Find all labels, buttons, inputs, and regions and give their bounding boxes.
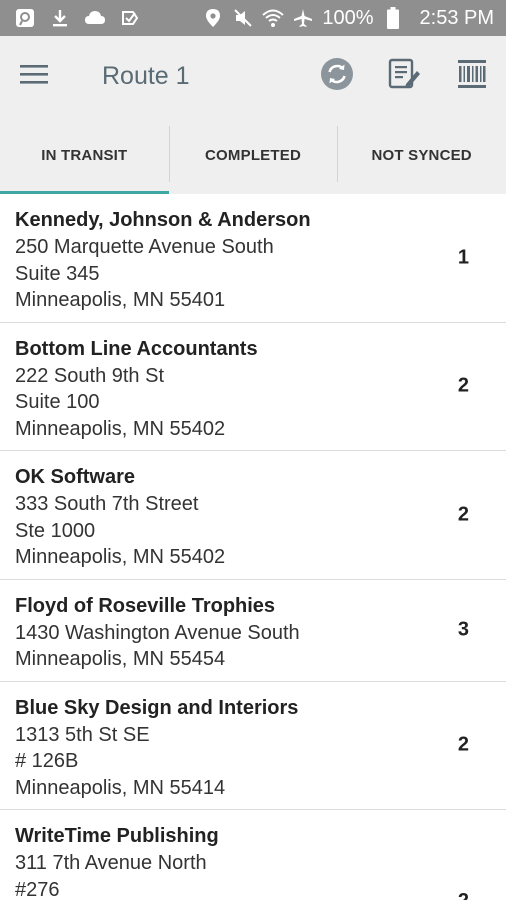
battery-icon [382, 7, 404, 29]
stop-name: Kennedy, Johnson & Anderson [15, 209, 311, 231]
tab-in-transit[interactable]: IN TRANSIT [0, 116, 169, 194]
stop-address-line: Minneapolis, MN 55402 [15, 546, 226, 568]
stop-address-line: Minneapolis, MN 55401 [15, 289, 226, 311]
notes-button[interactable] [382, 54, 426, 98]
stop-address-line: Minneapolis, MN 55402 [15, 417, 226, 440]
menu-button[interactable] [12, 54, 56, 98]
stop-address-line: 1430 Washington Avenue South [15, 621, 300, 644]
stop-name: Floyd of Roseville Trophies [15, 594, 276, 617]
package-count: 2 [458, 890, 469, 900]
clock: 2:53 PM [419, 7, 494, 29]
menu-icon [20, 63, 48, 90]
stop-name: OK Software [15, 466, 136, 488]
app-bar: Route 1 [0, 36, 506, 116]
location-icon [202, 7, 224, 29]
list-item[interactable]: Kennedy, Johnson & Anderson 250 Marquett… [0, 194, 506, 323]
list-item[interactable]: Floyd of Roseville Trophies 1430 Washing… [0, 580, 506, 682]
stop-address-line: Suite 100 [15, 391, 100, 413]
cloud-icon [84, 7, 106, 29]
list-item[interactable]: OK Software 333 South 7th Street Ste 100… [0, 451, 506, 580]
package-count: 3 [457, 618, 469, 641]
stop-address-line: 333 South 7th Street [15, 493, 199, 515]
list-item[interactable]: Bottom Line Accountants 222 South 9th St… [0, 323, 506, 451]
sync-icon [320, 57, 354, 96]
stop-address-line: 250 Marquette Avenue South [15, 236, 274, 258]
stop-address-line: Ste 1000 [15, 519, 96, 542]
stop-address-line: 222 South 9th St [15, 364, 165, 387]
mute-icon [232, 7, 254, 29]
tab-completed[interactable]: COMPLETED [168, 116, 338, 194]
download-icon [49, 7, 71, 29]
notification-icons [14, 7, 141, 29]
system-status: 100% 2:53 PM [202, 6, 494, 30]
stop-name: Bottom Line Accountants [15, 337, 258, 360]
stop-name: WriteTime Publishing [15, 825, 219, 847]
barcode-icon [457, 59, 487, 94]
airplane-mode-icon [292, 7, 314, 29]
task-check-icon [119, 7, 141, 29]
app-notification-icon [14, 7, 36, 29]
battery-percent: 100% [322, 7, 374, 29]
stop-address-line: 1313 5th St SE [15, 723, 150, 746]
stop-address-line: Suite 345 [15, 262, 100, 285]
page-title: Route 1 [102, 62, 190, 90]
package-count: 2 [457, 503, 469, 526]
stop-name: Blue Sky Design and Interiors [15, 696, 299, 719]
stop-list: Kennedy, Johnson & Anderson 250 Marquett… [0, 194, 506, 900]
package-count: 2 [457, 733, 469, 756]
list-item[interactable]: Blue Sky Design and Interiors 1313 5th S… [0, 682, 506, 810]
stop-address-line: # 126B [15, 750, 79, 772]
status-bar: 100% 2:53 PM [0, 0, 506, 36]
stop-address-line: #276 [15, 878, 60, 900]
stop-address-line: Minneapolis, MN 55454 [15, 648, 226, 670]
notes-icon [387, 57, 421, 96]
package-count: 1 [457, 246, 469, 269]
wifi-icon [262, 7, 285, 29]
barcode-button[interactable] [450, 54, 494, 98]
package-count: 2 [457, 374, 469, 397]
sync-button[interactable] [315, 54, 359, 98]
tab-bar: IN TRANSIT COMPLETED NOT SYNCED [0, 116, 506, 194]
list-item[interactable]: WriteTime Publishing 311 7th Avenue Nort… [0, 810, 506, 900]
stop-address-line: 311 7th Avenue North [15, 852, 207, 874]
tab-not-synced[interactable]: NOT SYNCED [337, 116, 506, 194]
stop-address-line: Minneapolis, MN 55414 [15, 776, 226, 799]
